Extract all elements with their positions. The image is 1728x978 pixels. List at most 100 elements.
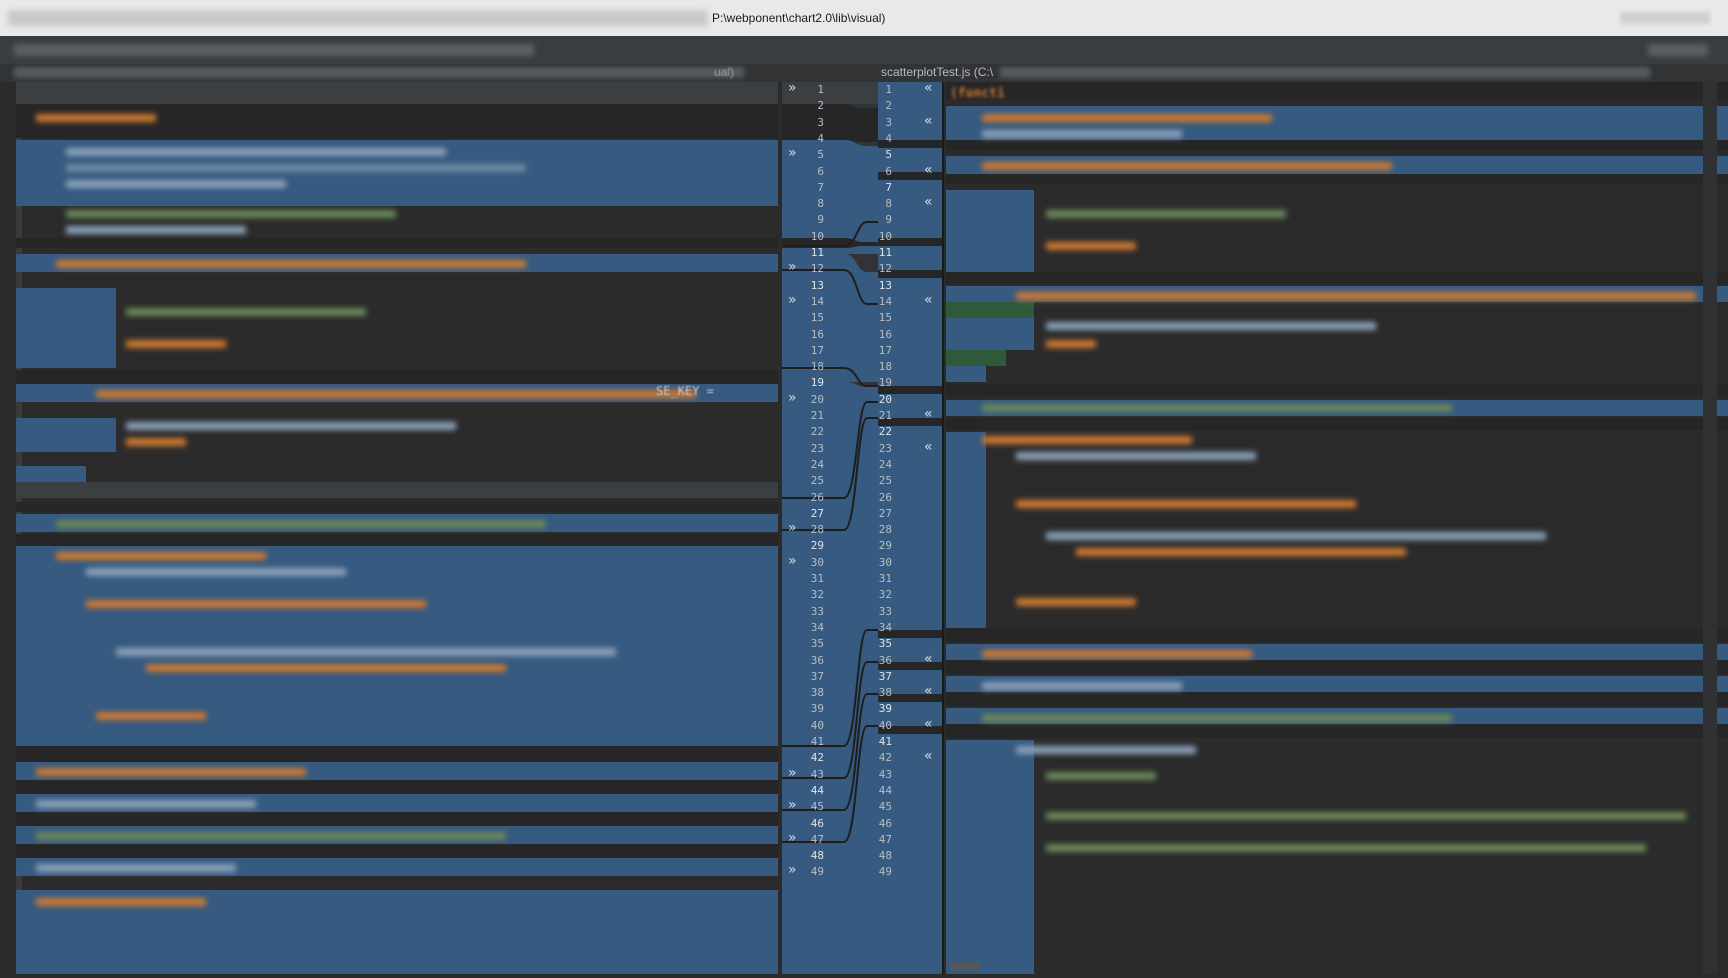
- right-line-number: 4: [885, 131, 892, 145]
- right-line-number: 5: [885, 148, 892, 162]
- diff-block: [16, 418, 116, 452]
- right-line-number: 45: [878, 800, 892, 814]
- vertical-scrollbar[interactable]: [1703, 82, 1717, 974]
- right-line-number: 42: [878, 751, 892, 765]
- toolbar-right-buttons[interactable]: [1648, 44, 1708, 56]
- left-line-number: 2: [817, 99, 824, 113]
- right-line-number: 17: [878, 343, 892, 357]
- code-line: [116, 648, 616, 656]
- left-editor-pane[interactable]: SE_KEY =: [16, 82, 778, 974]
- code-line: [1046, 340, 1096, 348]
- diff-block: [946, 724, 1728, 738]
- code-line: [86, 600, 426, 608]
- left-line-number: 9: [817, 213, 824, 227]
- code-line: [56, 260, 526, 268]
- right-line-number: 36: [878, 653, 892, 667]
- right-line-number: 44: [878, 783, 892, 797]
- apply-left-icon[interactable]: «: [924, 406, 933, 422]
- code-line: [36, 832, 506, 840]
- code-line: [1046, 812, 1686, 820]
- right-editor-pane[interactable]: (functi: [946, 82, 1728, 974]
- apply-right-icon[interactable]: »: [788, 553, 797, 569]
- left-line-number: 40: [810, 718, 824, 732]
- diff-block: [946, 628, 1728, 642]
- diff-block: [946, 660, 1728, 674]
- left-line-number: 32: [810, 588, 824, 602]
- right-line-number: 40: [878, 718, 892, 732]
- apply-right-icon[interactable]: »: [788, 830, 797, 846]
- left-line-number: 41: [810, 735, 824, 748]
- right-line-number: 23: [878, 441, 892, 455]
- code-line: [1016, 598, 1136, 606]
- window-controls[interactable]: [1620, 12, 1710, 24]
- code-line: [1046, 844, 1646, 852]
- code-line: [1016, 500, 1356, 508]
- horizontal-scrollbar-thumb[interactable]: [950, 962, 980, 970]
- diff-block: [946, 140, 1728, 150]
- right-line-number: 6: [885, 164, 892, 178]
- right-line-number: 22: [878, 425, 892, 439]
- code-line: [36, 864, 236, 872]
- left-line-number: 6: [817, 164, 824, 178]
- diff-block: [16, 466, 86, 482]
- diff-block: [946, 174, 1728, 184]
- diff-block: [946, 418, 1728, 430]
- diff-block: [946, 350, 1006, 366]
- apply-left-icon[interactable]: «: [924, 82, 933, 96]
- code-line: [126, 340, 226, 348]
- code-line: [126, 438, 186, 446]
- diff-block: [946, 302, 1034, 318]
- apply-right-icon[interactable]: »: [788, 259, 797, 275]
- code-line: [56, 520, 546, 528]
- apply-left-icon[interactable]: «: [924, 439, 933, 455]
- right-line-number: 27: [878, 506, 892, 520]
- apply-left-icon[interactable]: «: [924, 162, 933, 178]
- right-line-number: 10: [878, 229, 892, 243]
- apply-right-icon[interactable]: »: [788, 145, 797, 161]
- code-line: [982, 162, 1392, 170]
- apply-right-icon[interactable]: »: [788, 390, 797, 406]
- apply-left-icon[interactable]: «: [924, 683, 933, 699]
- right-line-number: 43: [878, 767, 892, 781]
- apply-left-icon[interactable]: «: [924, 651, 933, 667]
- right-line-number: 34: [878, 620, 892, 634]
- left-file-path-suffix: ual): [714, 65, 735, 79]
- right-line-number: 19: [878, 376, 892, 390]
- apply-right-icon[interactable]: »: [788, 862, 797, 878]
- right-line-number: 31: [878, 572, 892, 585]
- code-line: [982, 404, 1452, 412]
- right-line-number: 16: [878, 327, 892, 341]
- apply-left-icon[interactable]: «: [924, 292, 933, 308]
- apply-right-icon[interactable]: »: [788, 82, 797, 96]
- left-file-path: [14, 67, 744, 78]
- diff-block: [16, 780, 778, 794]
- diff-block: [16, 288, 116, 368]
- apply-right-icon[interactable]: »: [788, 520, 797, 536]
- apply-left-icon[interactable]: «: [924, 716, 933, 732]
- diff-block: [16, 502, 778, 512]
- diff-block: [946, 272, 1728, 284]
- apply-left-icon[interactable]: «: [924, 113, 933, 129]
- right-line-number: 39: [878, 702, 892, 716]
- apply-right-icon[interactable]: »: [788, 797, 797, 813]
- right-line-number: 47: [878, 832, 892, 846]
- right-line-number: 20: [878, 392, 892, 406]
- left-line-number: 35: [810, 637, 824, 651]
- right-line-number: 9: [885, 213, 892, 227]
- left-line-number: 38: [810, 686, 824, 700]
- apply-left-icon[interactable]: «: [924, 194, 933, 210]
- right-line-number: 30: [878, 555, 892, 569]
- left-line-number: 24: [810, 457, 824, 471]
- toolbar-buttons[interactable]: [14, 44, 534, 56]
- right-line-number: 13: [878, 278, 892, 292]
- left-line-number: 26: [810, 490, 824, 504]
- apply-left-icon[interactable]: «: [924, 748, 933, 764]
- apply-right-icon[interactable]: »: [788, 765, 797, 781]
- right-line-number: 18: [878, 360, 892, 374]
- left-line-number: 17: [810, 343, 824, 357]
- apply-right-icon[interactable]: »: [788, 292, 797, 308]
- code-line: [982, 650, 1252, 658]
- left-line-number: 10: [810, 229, 824, 243]
- diff-block: [946, 692, 1728, 706]
- left-line-number: 15: [810, 311, 824, 325]
